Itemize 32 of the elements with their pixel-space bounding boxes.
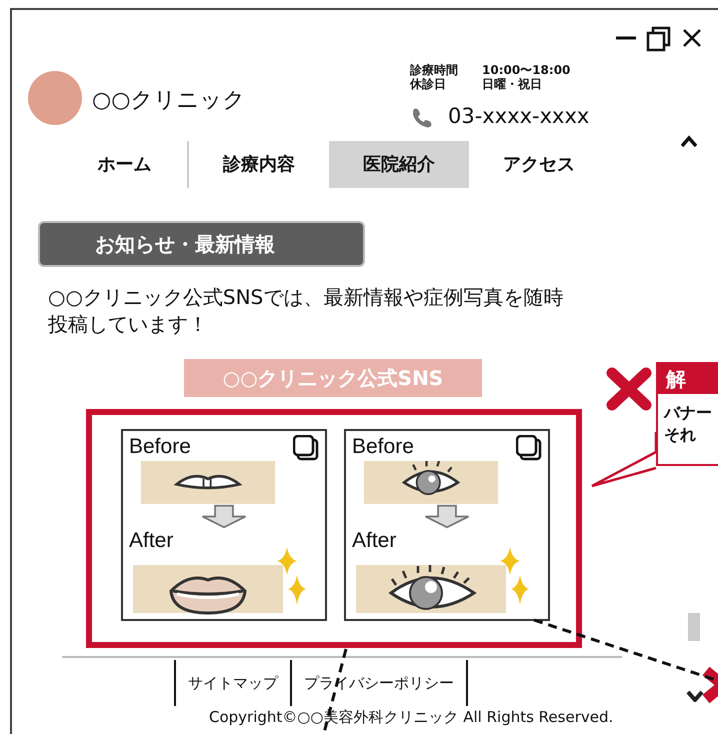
nav-tab[interactable]: アクセス — [469, 141, 609, 188]
copy-icon — [293, 435, 319, 461]
before-label: Before — [129, 435, 191, 459]
after-label: After — [352, 529, 398, 553]
hours-value: 日曜・祝日 — [482, 77, 542, 91]
banner-card[interactable]: Before After — [344, 429, 550, 621]
copy-icon — [516, 435, 542, 461]
after-label: After — [129, 529, 174, 553]
nav-tab[interactable]: 医院紹介 — [329, 141, 469, 188]
phone-icon — [410, 106, 432, 128]
banner-card[interactable]: Before After — [121, 429, 327, 621]
callout-text: それ — [663, 424, 697, 446]
before-label: Before — [352, 435, 414, 459]
callout-text: バナー — [662, 402, 713, 424]
nav-tab[interactable]: ホーム — [62, 141, 187, 188]
hours-label: 休診日 — [410, 77, 447, 91]
callout-title: 解 — [658, 364, 718, 394]
nav-tab[interactable]: 診療内容 — [189, 141, 329, 188]
scroll-thumb[interactable] — [688, 613, 700, 641]
chevron-down-icon[interactable] — [686, 690, 704, 702]
sns-label: ○○クリニック公式SNS — [184, 359, 482, 397]
intro-text: ○○クリニック公式SNSでは、最新情報や症例写真を随時投稿しています！ — [48, 284, 564, 338]
hours-value: 10:00〜18:00 — [482, 63, 570, 77]
clinic-name: ○○クリニック — [92, 87, 246, 115]
cross-icon — [606, 367, 652, 411]
caret-up-icon[interactable] — [681, 135, 697, 147]
logo-circle — [28, 71, 82, 125]
phone-number: 03-xxxx-xxxx — [448, 103, 590, 130]
footer-link[interactable]: サイトマップ — [174, 660, 290, 706]
hours-label: 診療時間 — [410, 63, 459, 77]
section-heading: お知らせ・最新情報 — [40, 223, 363, 265]
restore-icon[interactable] — [646, 26, 672, 52]
